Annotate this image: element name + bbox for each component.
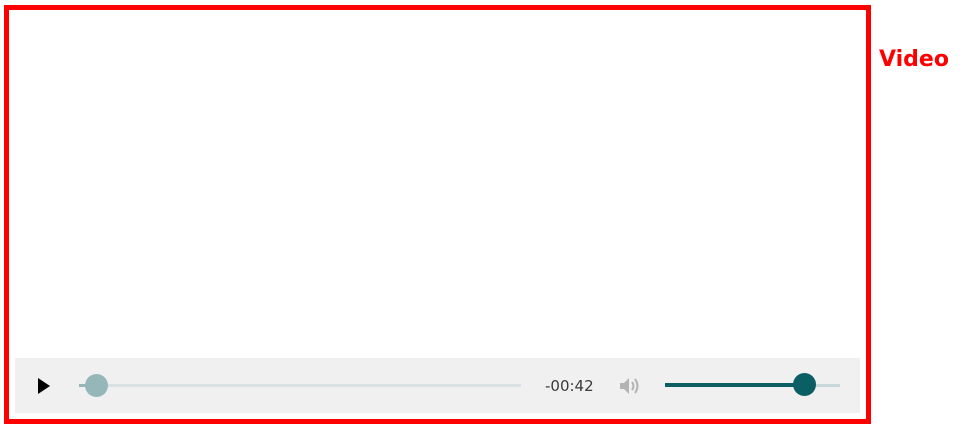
video-surface[interactable] [15, 16, 860, 357]
play-icon [38, 378, 50, 394]
video-label: Video [879, 47, 949, 72]
volume-icon [620, 378, 639, 394]
video-control-bar: -00:42 [15, 358, 860, 413]
volume-slider[interactable] [665, 373, 840, 396]
mute-button[interactable] [618, 375, 642, 397]
play-button[interactable] [37, 377, 53, 395]
seek-bar[interactable] [79, 374, 521, 397]
page: -00:42 Video [0, 0, 968, 427]
volume-level-fill [665, 383, 805, 387]
volume-thumb[interactable] [793, 373, 816, 396]
seek-thumb[interactable] [85, 374, 109, 397]
time-remaining: -00:42 [545, 377, 594, 395]
video-player: -00:42 [4, 5, 871, 424]
